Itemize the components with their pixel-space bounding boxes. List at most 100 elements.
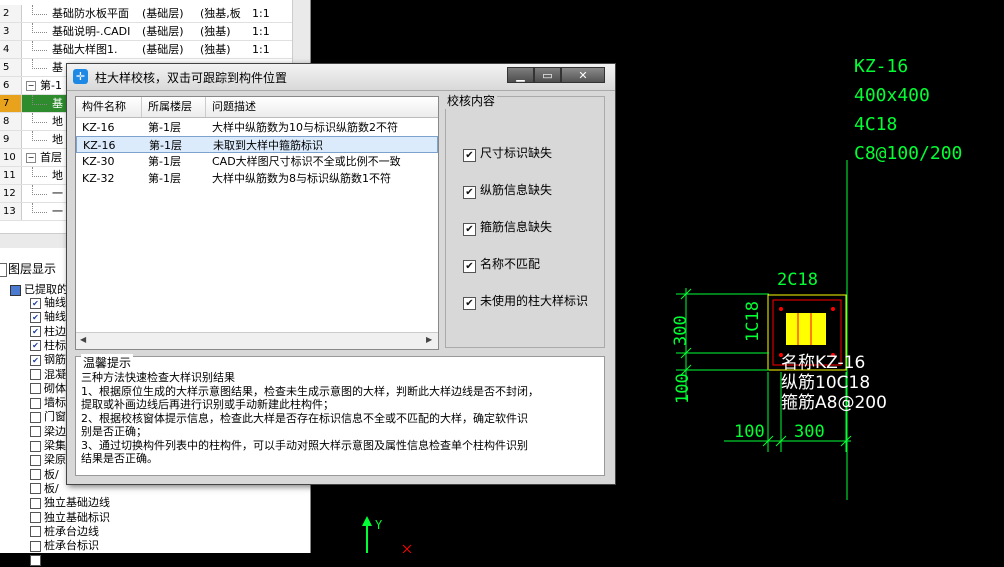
check-option[interactable]: ✔ 名称不匹配 — [463, 255, 540, 273]
checked-checkbox-icon[interactable]: ✔ — [30, 326, 41, 338]
issues-horizontal-scrollbar[interactable]: ◀ ▶ — [76, 332, 438, 349]
issues-list[interactable]: 构件名称 所属楼层 问题描述 KZ-16 第-1层 大样中纵筋数为10与标识纵筋数2… — [75, 96, 439, 350]
unchecked-checkbox-icon[interactable] — [30, 483, 41, 495]
detail-info-line: 箍筋A8@200 — [781, 393, 887, 413]
issue-row[interactable]: KZ-30 第-1层 CAD大样图尺寸标识不全或比例不一致 — [76, 153, 438, 170]
issue-component-name: KZ-32 — [82, 172, 115, 185]
tree-connector-line — [32, 113, 47, 123]
check-option[interactable]: ✔ 纵筋信息缺失 — [463, 181, 552, 199]
tree-connector-line — [32, 131, 47, 141]
tip-line: 2、根据校核窗体提示信息，检查此大样是否存在标识信息不全或不匹配的大样，确定软件… — [81, 411, 528, 425]
scroll-left-arrow-icon[interactable]: ◀ — [80, 335, 86, 344]
unchecked-checkbox-icon[interactable] — [30, 383, 41, 395]
drawing-table-row[interactable]: 4 基础大样图1. (基础层) (独基) 1:1 — [0, 41, 292, 59]
check-option[interactable]: ✔ 尺寸标识缺失 — [463, 144, 552, 162]
column-header-description[interactable]: 问题描述 — [206, 97, 438, 117]
row-number: 9 — [0, 131, 22, 148]
layer-item[interactable]: 桩承台边线 — [30, 523, 99, 538]
checked-checkbox-icon[interactable]: ✔ — [463, 223, 476, 236]
check-option-label: 纵筋信息缺失 — [480, 183, 553, 197]
layer-tree-collapse-icon[interactable] — [10, 284, 21, 296]
unchecked-checkbox-icon[interactable] — [30, 440, 41, 452]
layer-item[interactable]: 混凝 — [30, 366, 66, 381]
layer-item[interactable]: 桩承台标识 — [30, 537, 99, 553]
tree-collapse-icon[interactable]: − — [26, 153, 36, 163]
layer-item[interactable]: 独立基础边线 — [30, 494, 110, 510]
layer-item[interactable]: 板/ — [30, 480, 59, 495]
layer-item[interactable]: 门窗 — [30, 408, 66, 424]
column-header-floor[interactable]: 所属楼层 — [142, 97, 206, 117]
issue-row[interactable]: KZ-16 第-1层 大样中纵筋数为10与标识纵筋数2不符 — [76, 119, 438, 136]
layer-item[interactable]: ✔ 轴线 — [30, 308, 66, 323]
scroll-right-arrow-icon[interactable]: ▶ — [426, 335, 432, 344]
drawing-type: (独基) — [200, 43, 231, 56]
layer-item[interactable]: 梁边 — [30, 423, 66, 438]
tip-line: 1、根据原位生成的大样示意图结果，检查未生成示意图的大样，判断此大样边线是否不封… — [81, 384, 539, 398]
issue-floor: 第-1层 — [148, 172, 181, 185]
unchecked-checkbox-icon[interactable] — [30, 469, 41, 481]
tree-connector-line — [32, 167, 47, 177]
check-option[interactable]: ✔ 箍筋信息缺失 — [463, 218, 552, 236]
unchecked-checkbox-icon[interactable] — [30, 497, 41, 509]
dialog-titlebar[interactable]: ✛ 柱大样校核，双击可跟踪到构件位置 ▁ ▭ ✕ — [67, 64, 615, 91]
tree-collapse-icon[interactable]: − — [26, 81, 36, 91]
row-number: 5 — [0, 59, 22, 76]
unchecked-checkbox-icon[interactable] — [30, 454, 41, 466]
row-number: 3 — [0, 23, 22, 40]
layer-item[interactable]: 梁原 — [30, 451, 66, 466]
minimize-button[interactable]: ▁ — [507, 67, 534, 83]
layer-item[interactable]: 梁集 — [30, 437, 66, 452]
row-number: 6 — [0, 77, 22, 94]
row-number: 10 — [0, 149, 22, 166]
row-number: 13 — [0, 203, 22, 220]
layer-item-label: 柱边 — [44, 324, 66, 338]
layer-item-label: 桩承台标识 — [44, 539, 99, 553]
layer-item-label: 梁边 — [44, 424, 66, 438]
column-label-line: KZ-16 — [854, 56, 909, 77]
layer-item[interactable]: 砌体 — [30, 380, 66, 395]
check-option[interactable]: ✔ 未使用的柱大样标识 — [463, 292, 588, 310]
unchecked-checkbox-icon[interactable] — [30, 540, 41, 552]
layer-item-label: 墙标 — [44, 396, 66, 410]
layer-item[interactable]: ✔ 轴线 — [30, 294, 66, 309]
column-label-line: 4C18 — [854, 114, 898, 135]
layer-item-label: 独立基础标识 — [44, 510, 110, 524]
unchecked-checkbox-icon[interactable] — [30, 526, 41, 538]
checked-checkbox-icon[interactable]: ✔ — [30, 311, 41, 323]
layer-item-label: 门窗 — [44, 410, 66, 424]
checked-checkbox-icon[interactable]: ✔ — [463, 149, 476, 162]
unchecked-checkbox-icon[interactable] — [30, 512, 41, 523]
layer-item[interactable]: 桩边线 — [30, 551, 77, 566]
layer-item[interactable]: ✔ 钢筋 — [30, 351, 66, 366]
issue-row[interactable]: KZ-32 第-1层 大样中纵筋数为8与标识纵筋数1不符 — [76, 170, 438, 187]
dialog-title: 柱大样校核，双击可跟踪到构件位置 — [95, 71, 288, 85]
close-button[interactable]: ✕ — [561, 67, 605, 83]
issue-floor: 第-1层 — [148, 155, 181, 168]
column-header-name[interactable]: 构件名称 — [76, 97, 142, 117]
checked-checkbox-icon[interactable]: ✔ — [30, 340, 41, 352]
column-rebar-fill — [786, 313, 826, 345]
checked-checkbox-icon[interactable]: ✔ — [30, 354, 41, 366]
layer-item[interactable]: 独立基础标识 — [30, 509, 110, 524]
unchecked-checkbox-icon[interactable] — [30, 411, 41, 423]
unchecked-checkbox-icon[interactable] — [30, 426, 41, 438]
drawing-table-row[interactable]: 2 基础防水板平面 (基础层) (独基,板 1:1 — [0, 5, 292, 23]
checked-checkbox-icon[interactable]: ✔ — [30, 297, 41, 309]
drawing-table-row[interactable]: 3 基础说明-.CADI (基础层) (独基) 1:1 — [0, 23, 292, 41]
checked-checkbox-icon[interactable]: ✔ — [463, 297, 476, 310]
unchecked-checkbox-icon[interactable] — [30, 397, 41, 409]
layer-item[interactable]: 板/ — [30, 466, 59, 481]
checked-checkbox-icon[interactable]: ✔ — [463, 186, 476, 199]
row-number: 8 — [0, 113, 22, 130]
issue-row[interactable]: KZ-16 第-1层 未取到大样中箍筋标识 — [76, 136, 438, 153]
maximize-button[interactable]: ▭ — [534, 67, 561, 83]
layer-item[interactable]: ✔ 柱边 — [30, 323, 66, 338]
layer-item-label: 板/ — [44, 467, 59, 481]
layer-item[interactable]: ✔ 柱标 — [30, 337, 66, 352]
check-option-label: 箍筋信息缺失 — [480, 220, 553, 234]
checked-checkbox-icon[interactable]: ✔ — [463, 260, 476, 273]
layer-item-label: 独立基础边线 — [44, 496, 110, 510]
unchecked-checkbox-icon[interactable] — [30, 369, 41, 380]
unchecked-checkbox-icon[interactable] — [30, 554, 41, 566]
layer-item[interactable]: 墙标 — [30, 394, 66, 410]
